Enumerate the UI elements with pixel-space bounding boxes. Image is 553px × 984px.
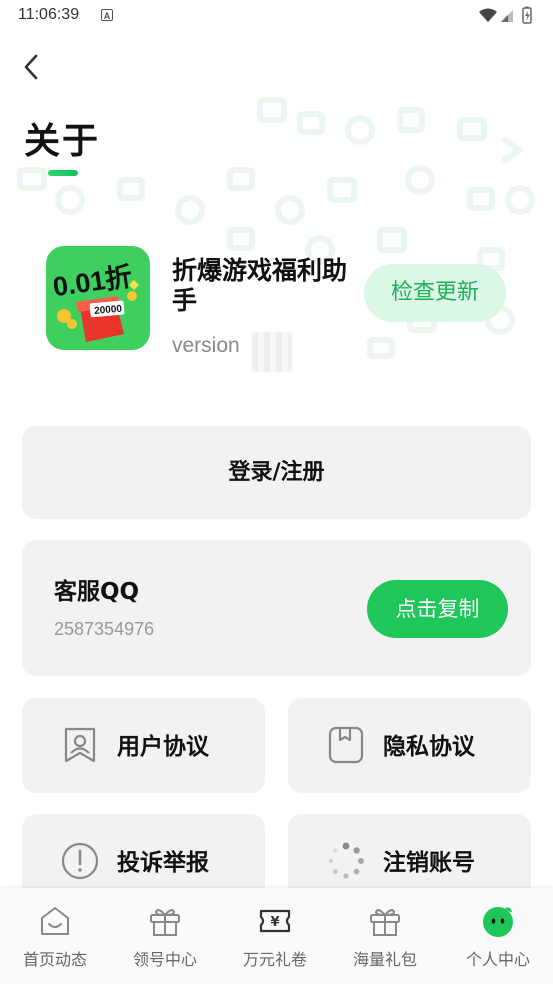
version-number-redacted (252, 332, 292, 372)
status-bar: 11:06:39 A (0, 0, 553, 32)
nav-item-account-center[interactable]: 领号中心 (110, 888, 220, 984)
user-agreement-button[interactable]: 用户协议 (22, 698, 265, 793)
page-title: 关于 (24, 121, 101, 162)
back-button[interactable] (16, 50, 48, 84)
copy-qq-button[interactable]: 点击复制 (367, 580, 508, 638)
app-version-label: version (172, 334, 240, 357)
customer-service-title: 客服QQ (54, 579, 140, 605)
gift-icon (150, 909, 180, 936)
delete-account-label: 注销账号 (383, 850, 475, 876)
nav-label-account-center: 领号中心 (132, 950, 197, 969)
coupon-icon: ¥ (259, 909, 291, 933)
home-icon (41, 907, 69, 935)
bottom-navigation: 首页动态 领号中心 ¥ 万元礼卷 海量礼包 个人中心 (0, 888, 553, 984)
nav-item-coupons[interactable]: ¥ 万元礼卷 (220, 888, 330, 984)
user-agreement-label: 用户协议 (117, 734, 209, 760)
bookmark-icon (64, 727, 96, 763)
title-underline (48, 170, 78, 176)
nav-item-home[interactable]: 首页动态 (0, 888, 110, 984)
privacy-policy-button[interactable]: 隐私协议 (288, 698, 531, 793)
loading-icon (328, 842, 364, 879)
document-icon (328, 726, 364, 764)
svg-text:¥: ¥ (270, 915, 279, 930)
nav-label-coupons: 万元礼卷 (242, 950, 307, 969)
app-name: 折爆游戏福利助手 (172, 256, 348, 315)
report-label: 投诉举报 (117, 850, 209, 876)
login-register-button[interactable]: 登录/注册 (22, 426, 531, 519)
status-time: 11:06:39 (18, 6, 80, 23)
nav-label-home: 首页动态 (22, 950, 87, 969)
customer-service-qq-number: 2587354976 (54, 619, 155, 639)
profile-icon (483, 907, 513, 937)
privacy-policy-label: 隐私协议 (383, 734, 475, 760)
check-update-button[interactable]: 检查更新 (364, 264, 506, 322)
app-logo: 0.01折 20000 (46, 246, 150, 350)
nav-item-gift-packs[interactable]: 海量礼包 (330, 888, 440, 984)
exclamation-icon (61, 842, 99, 880)
status-icons (479, 6, 532, 24)
nav-label-gift-packs: 海量礼包 (352, 950, 417, 969)
notification-icon: A (101, 9, 113, 21)
nav-item-profile[interactable]: 个人中心 (443, 888, 553, 984)
gift-icon (370, 909, 400, 936)
customer-service-card: 客服QQ 2587354976 点击复制 (22, 540, 531, 676)
nav-label-profile: 个人中心 (465, 950, 530, 969)
